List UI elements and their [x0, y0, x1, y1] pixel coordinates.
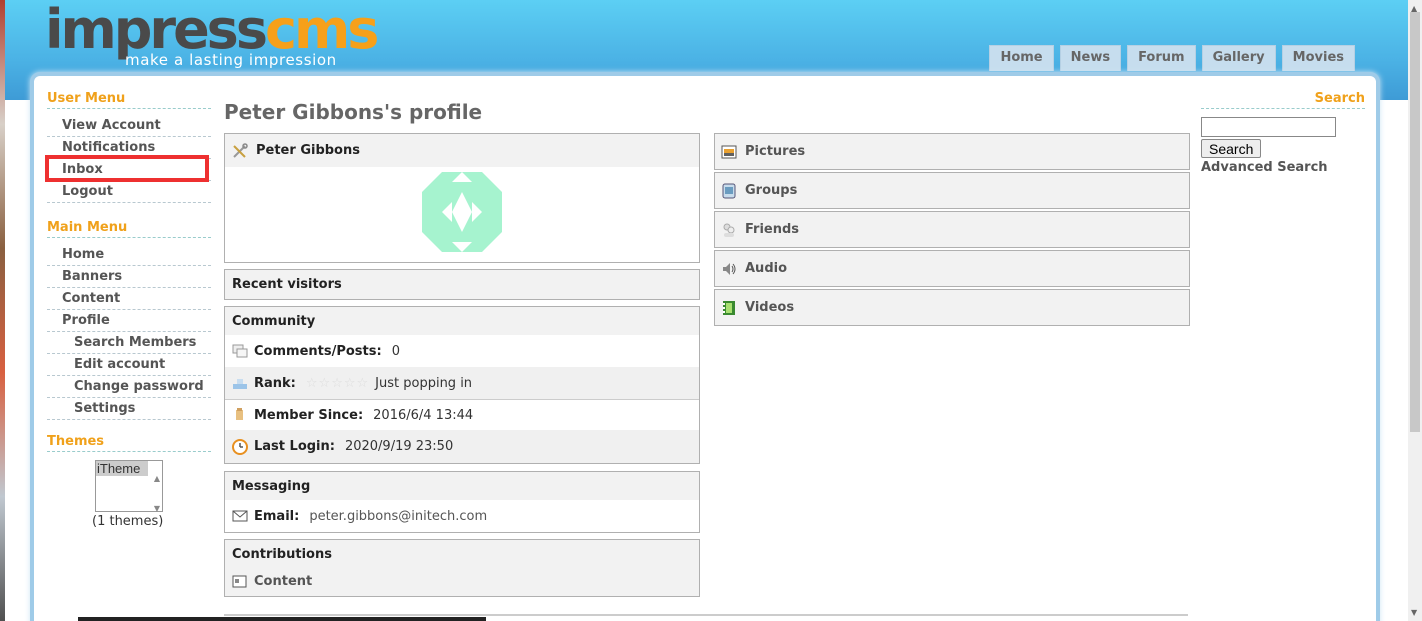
member-since-row: Member Since: 2016/6/4 13:44 [225, 399, 699, 430]
last-login-value: 2020/9/19 23:50 [344, 439, 454, 454]
profile-card: Peter Gibbons [224, 133, 700, 263]
scroll-down-icon[interactable]: ▼ [1411, 608, 1417, 617]
nav-tab-news[interactable]: News [1059, 45, 1122, 71]
right-sidebar: Search Search Advanced Search [1201, 91, 1365, 175]
friends-icon [723, 223, 735, 237]
vertical-scrollbar[interactable]: ▲ ▼ [1408, 0, 1422, 621]
nav-tab-forum[interactable]: Forum [1127, 45, 1196, 71]
comments-label: Comments/Posts: [254, 343, 382, 359]
menu-settings[interactable]: Settings [47, 398, 211, 420]
media-friends-label: Friends [745, 222, 800, 237]
nav-tab-movies[interactable]: Movies [1281, 45, 1355, 71]
last-login-label: Last Login: [254, 439, 335, 454]
email-link[interactable]: peter.gibbons@initech.com [309, 509, 487, 524]
top-nav: Home News Forum Gallery Movies [989, 45, 1355, 71]
themes-title: Themes [47, 434, 211, 452]
audio-icon [723, 262, 736, 275]
mail-icon [232, 510, 248, 522]
community-panel: Community Comments/Posts: 0 Rank: ☆☆☆☆☆ … [224, 306, 700, 464]
menu-content[interactable]: Content [47, 288, 211, 310]
media-videos[interactable]: Videos [714, 289, 1190, 326]
site-logo[interactable]: impresscms make a lasting impression [45, 2, 385, 70]
menu-change-password[interactable]: Change password [47, 376, 211, 398]
media-groups[interactable]: Groups [714, 172, 1190, 209]
contributions-content-link[interactable]: Content [254, 574, 312, 589]
media-pictures[interactable]: Pictures [714, 133, 1190, 170]
scroll-thumb[interactable] [1410, 12, 1420, 432]
videos-icon [723, 300, 735, 315]
menu-search-members[interactable]: Search Members [47, 332, 211, 354]
rank-icon [233, 379, 247, 389]
logo-tagline: make a lasting impression [125, 51, 337, 69]
comments-value: 0 [391, 343, 400, 359]
search-button[interactable]: Search [1201, 139, 1262, 158]
theme-count: (1 themes) [92, 514, 164, 529]
comments-icon [232, 344, 248, 358]
rank-row: Rank: ☆☆☆☆☆ Just popping in [225, 367, 699, 399]
media-audio[interactable]: Audio [714, 250, 1190, 287]
theme-option[interactable]: iTheme [96, 461, 148, 476]
recent-visitors-panel: Recent visitors [224, 269, 700, 300]
media-groups-label: Groups [745, 183, 798, 198]
user-menu-title: User Menu [47, 91, 211, 109]
rank-value: Just popping in [375, 375, 473, 391]
messaging-title: Messaging [225, 472, 699, 500]
media-friends[interactable]: Friends [714, 211, 1190, 248]
tools-icon [233, 142, 248, 158]
email-label: Email: [254, 508, 300, 524]
search-input[interactable] [1201, 117, 1336, 137]
menu-edit-account[interactable]: Edit account [47, 354, 211, 376]
member-since-label: Member Since: [254, 407, 364, 423]
groups-icon [722, 183, 736, 198]
messaging-panel: Messaging Email: peter.gibbons@initech.c… [224, 471, 700, 533]
last-login-row: Last Login: 2020/9/19 23:50 [225, 430, 699, 463]
content-icon [232, 575, 247, 588]
rank-stars: ☆☆☆☆☆ [305, 375, 370, 391]
main-menu-title: Main Menu [47, 220, 211, 238]
menu-logout[interactable]: Logout [47, 181, 211, 203]
recent-visitors-title: Recent visitors [225, 270, 699, 299]
media-videos-label: Videos [745, 300, 795, 315]
menu-banners[interactable]: Banners [47, 266, 211, 288]
contributions-panel: Contributions Content [224, 539, 700, 597]
bottom-edge-bar [78, 617, 486, 621]
menu-home[interactable]: Home [47, 244, 211, 266]
nav-tab-home[interactable]: Home [989, 45, 1054, 71]
search-title: Search [1201, 91, 1365, 109]
contributions-title: Contributions [225, 540, 699, 568]
inbox-highlight [45, 155, 209, 182]
menu-view-account[interactable]: View Account [47, 115, 211, 137]
media-audio-label: Audio [745, 261, 788, 276]
profile-name: Peter Gibbons [256, 143, 360, 158]
member-since-value: 2016/6/4 13:44 [373, 407, 474, 423]
footer-divider [224, 614, 1188, 616]
advanced-search-link[interactable]: Advanced Search [1201, 160, 1365, 175]
clock-icon [232, 438, 248, 455]
theme-select[interactable]: iTheme ▲ ▼ [95, 460, 163, 513]
comments-row: Comments/Posts: 0 [225, 335, 699, 367]
member-since-icon [236, 408, 243, 420]
menu-profile[interactable]: Profile [47, 310, 211, 332]
nav-tab-gallery[interactable]: Gallery [1201, 45, 1276, 71]
community-title: Community [225, 307, 699, 335]
page-title: Peter Gibbons's profile [224, 100, 483, 124]
media-pictures-label: Pictures [745, 144, 806, 159]
theme-select-scroll-icon: ▲ ▼ [153, 474, 160, 513]
avatar [422, 172, 502, 252]
rank-label: Rank: [254, 375, 296, 391]
email-row: Email: peter.gibbons@initech.com [225, 500, 699, 532]
pictures-icon [721, 145, 737, 158]
